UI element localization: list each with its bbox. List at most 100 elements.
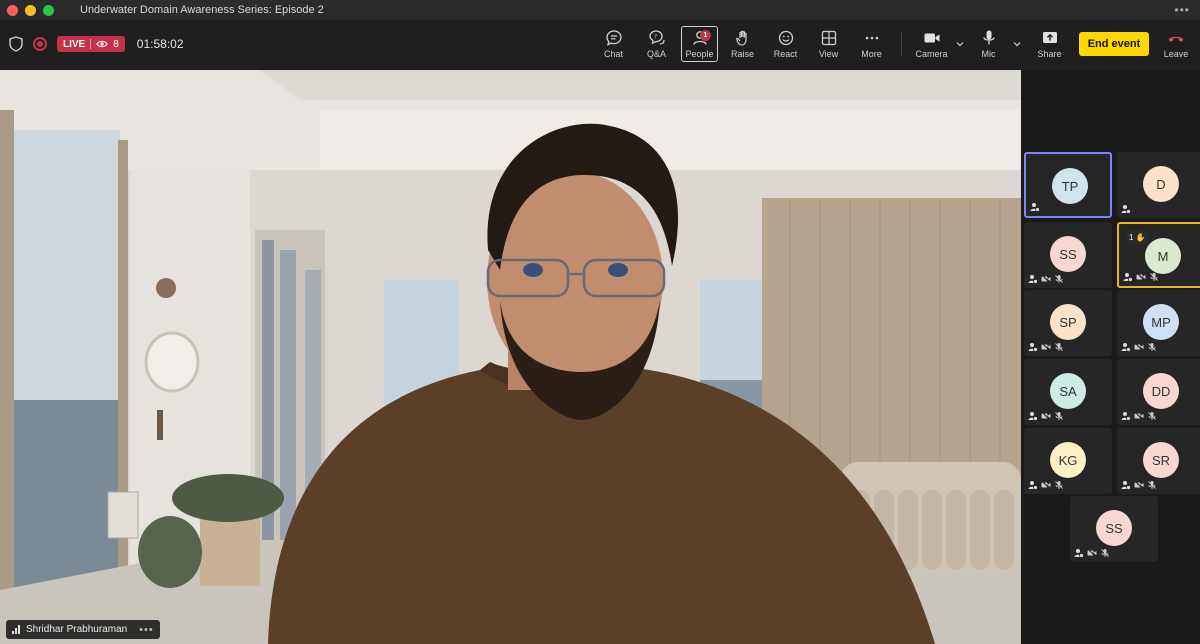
raise-hand-button[interactable]: Raise: [721, 26, 764, 62]
svg-text:?: ?: [654, 34, 657, 41]
camera-off-icon: [1041, 274, 1051, 284]
raise-label: Raise: [730, 49, 754, 59]
share-button[interactable]: Share: [1028, 26, 1071, 62]
camera-off-icon: [1134, 342, 1144, 352]
participant-status-icons: [1028, 274, 1064, 284]
mic-button[interactable]: Mic: [967, 26, 1010, 62]
chat-icon: [605, 30, 622, 46]
participant-tile-kg[interactable]: KG: [1024, 428, 1112, 494]
mic-muted-icon: [1101, 549, 1109, 557]
participant-status-icons: [1121, 480, 1157, 490]
participant-avatar: M: [1145, 238, 1181, 274]
mic-muted-icon: [1148, 343, 1156, 351]
window-titlebar: Underwater Domain Awareness Series: Epis…: [0, 0, 1200, 20]
attendee-role-icon: [1121, 412, 1131, 421]
participant-tile-tp[interactable]: TP: [1024, 152, 1112, 218]
qa-label: Q&A: [646, 49, 666, 59]
mic-options-chevron-down-icon[interactable]: [1010, 37, 1024, 51]
camera-off-icon: [1041, 411, 1051, 421]
raised-hand-badge: 1 ✋: [1125, 230, 1150, 244]
participant-tile-sp[interactable]: SP: [1024, 290, 1112, 356]
participant-tile-d[interactable]: D: [1117, 152, 1200, 218]
more-label: More: [861, 49, 882, 59]
mic-muted-icon: [1148, 481, 1156, 489]
mic-label: Mic: [981, 49, 996, 59]
eye-icon: [96, 40, 108, 48]
participant-status-icons: [1121, 342, 1157, 352]
participant-status-icons: [1028, 342, 1064, 352]
camera-button[interactable]: Camera: [910, 26, 953, 62]
react-label: React: [773, 49, 798, 59]
view-label: View: [818, 49, 839, 59]
window-more-icon[interactable]: •••: [1174, 3, 1190, 17]
attendee-role-icon: [1074, 549, 1084, 558]
participant-tile-sa[interactable]: SA: [1024, 359, 1112, 425]
participant-avatar: MP: [1143, 304, 1179, 340]
participant-avatar: SS: [1050, 236, 1086, 272]
maximize-window-button[interactable]: [43, 4, 54, 16]
chat-button[interactable]: Chat: [592, 26, 635, 62]
camera-off-icon: [1041, 480, 1051, 490]
main-video-stage[interactable]: Shridhar Prabhuraman •••: [0, 70, 1021, 644]
mic-muted-icon: [1150, 273, 1158, 281]
more-icon: [865, 36, 878, 40]
attendee-role-icon: [1121, 481, 1131, 490]
leave-button[interactable]: Leave: [1157, 24, 1195, 64]
mic-muted-icon: [1055, 275, 1063, 283]
qa-button[interactable]: ? Q&A: [635, 26, 678, 62]
mic-muted-icon: [1148, 412, 1156, 420]
share-label: Share: [1037, 49, 1062, 59]
camera-icon: [924, 33, 939, 43]
participant-avatar: KG: [1050, 442, 1086, 478]
chat-label: Chat: [603, 49, 623, 59]
hang-up-icon: [1169, 36, 1183, 42]
participant-tile-mp[interactable]: MP: [1117, 290, 1200, 356]
hand-icon: [735, 30, 747, 46]
qa-icon: ?: [648, 30, 665, 45]
speaker-more-icon[interactable]: •••: [139, 624, 154, 636]
camera-off-icon: [1134, 480, 1144, 490]
minimize-window-button[interactable]: [25, 4, 36, 16]
share-icon: [1042, 32, 1057, 43]
shield-icon[interactable]: [9, 36, 23, 52]
more-button[interactable]: More: [850, 26, 893, 62]
people-button[interactable]: 1 People: [681, 26, 718, 62]
participant-tile-sr[interactable]: SR: [1117, 428, 1200, 494]
meeting-toolbar: LIVE 8 01:58:02 Chat ? Q&A 1 People Rais…: [0, 20, 1200, 68]
participant-avatar: DD: [1143, 373, 1179, 409]
camera-off-icon: [1136, 272, 1146, 282]
close-window-button[interactable]: [7, 4, 18, 16]
attendee-role-icon: [1030, 203, 1040, 212]
mic-muted-icon: [1055, 481, 1063, 489]
mic-icon: [982, 30, 995, 45]
attendee-role-icon: [1121, 343, 1131, 352]
participant-tile-dd[interactable]: DD: [1117, 359, 1200, 425]
raised-hand-icon: ✋: [1135, 232, 1146, 242]
participant-tile-ss[interactable]: SS: [1070, 496, 1158, 562]
participant-avatar: D: [1143, 166, 1179, 202]
camera-label: Camera: [915, 49, 948, 59]
participant-status-icons: [1121, 204, 1131, 214]
camera-off-icon: [1087, 548, 1097, 558]
camera-off-icon: [1041, 342, 1051, 352]
participant-status-icons: [1074, 548, 1110, 558]
participants-gallery: TP D SS M 1 ✋ SP MP SA DD KG SR SS: [1021, 70, 1200, 644]
attendee-role-icon: [1028, 412, 1038, 421]
participant-tile-m[interactable]: M 1 ✋: [1117, 222, 1200, 288]
end-event-button[interactable]: End event: [1079, 32, 1149, 56]
react-button[interactable]: React: [764, 26, 807, 62]
attendee-role-icon: [1123, 273, 1133, 282]
camera-options-chevron-down-icon[interactable]: [953, 37, 967, 51]
grid-icon: [821, 30, 836, 46]
participant-status-icons: [1121, 411, 1157, 421]
participant-tile-ss[interactable]: SS: [1024, 222, 1112, 288]
mic-muted-icon: [1055, 412, 1063, 420]
live-badge[interactable]: LIVE 8: [57, 36, 125, 52]
toolbar-divider: [901, 31, 902, 57]
participant-status-icons: [1030, 202, 1040, 212]
smile-icon: [778, 30, 793, 46]
participant-status-icons: [1028, 411, 1064, 421]
live-label: LIVE: [63, 38, 86, 50]
view-button[interactable]: View: [807, 26, 850, 62]
recording-icon: [33, 37, 47, 51]
